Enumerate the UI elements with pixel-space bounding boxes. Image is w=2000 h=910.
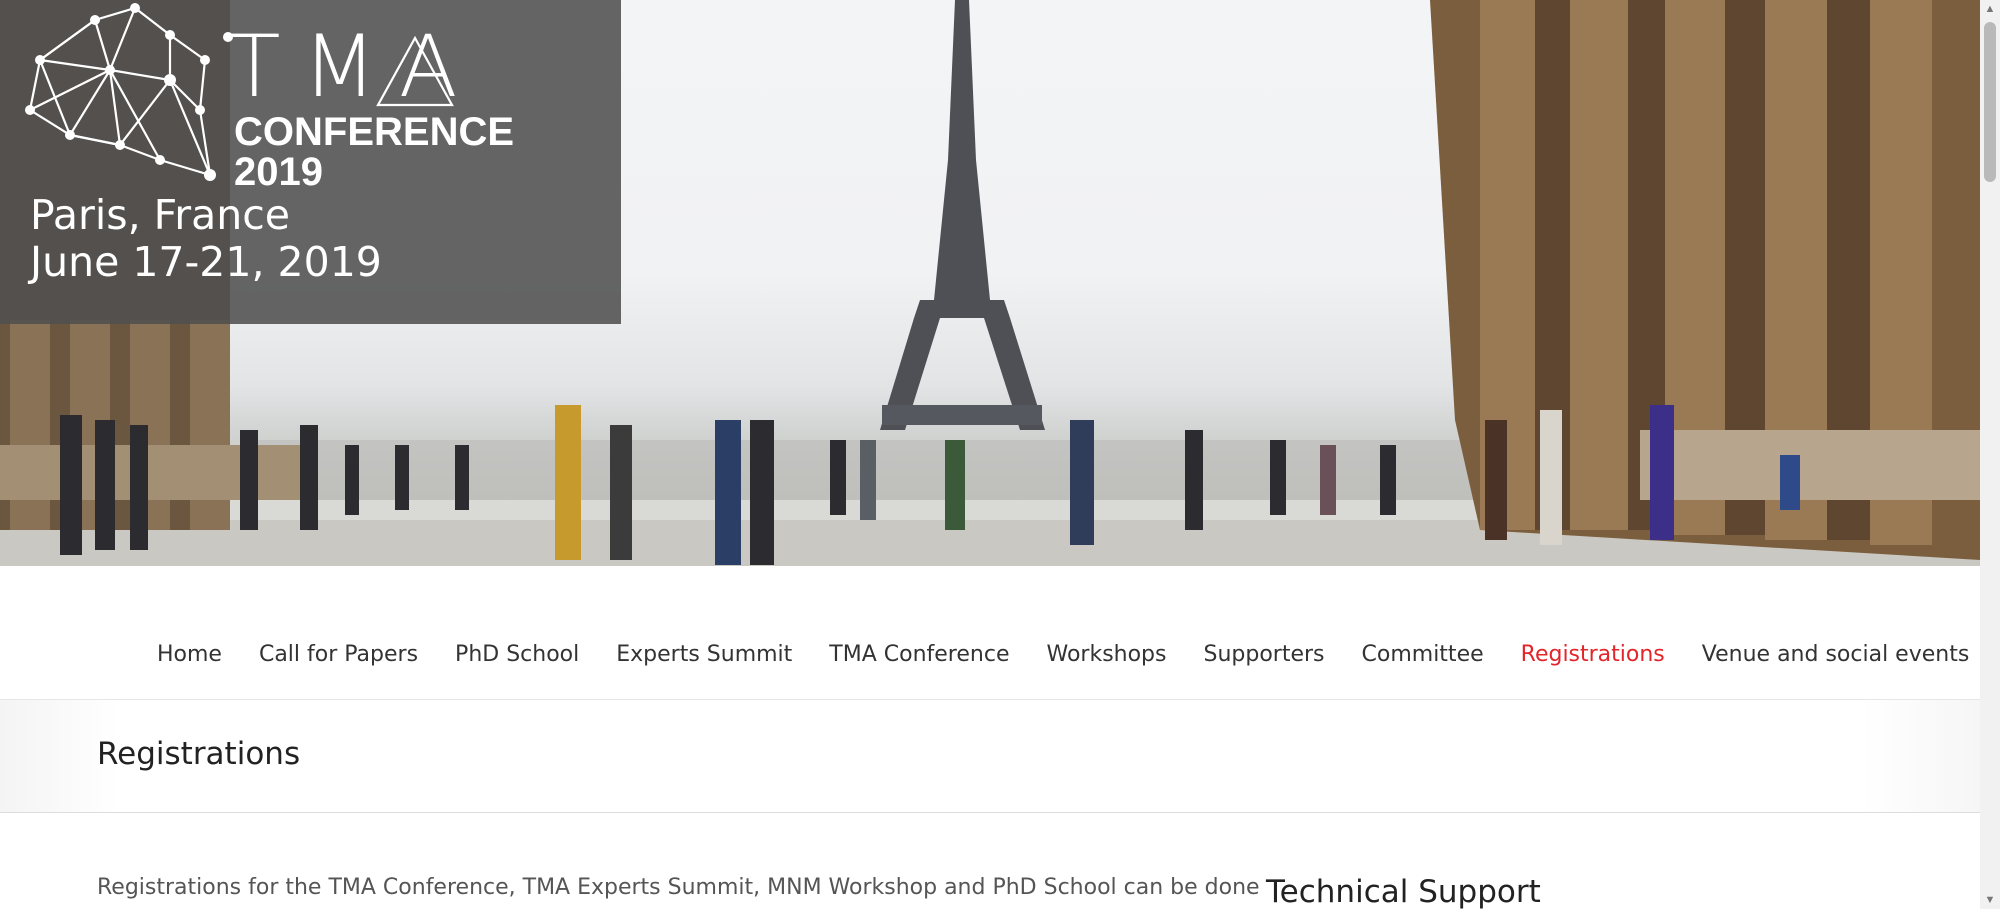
page-title-band: Registrations: [0, 700, 1980, 813]
event-location: Paris, France: [30, 191, 291, 239]
conference-logo-overlay: TMA CONFERENCE 2019 Paris, France June 1…: [0, 0, 621, 324]
nav-item-committee[interactable]: Committee: [1362, 642, 1484, 667]
nav-item-supporters[interactable]: Supporters: [1204, 642, 1325, 667]
logo-year-text: 2019: [234, 150, 323, 194]
main-navigation: Home Call for Papers PhD School Experts …: [0, 566, 1980, 700]
event-dates: June 17-21, 2019: [30, 238, 382, 286]
scroll-up-arrow-icon[interactable]: ▲: [1980, 0, 2000, 18]
nav-item-registrations[interactable]: Registrations: [1521, 642, 1665, 667]
nav-item-call-for-papers[interactable]: Call for Papers: [259, 642, 418, 667]
nav-item-tma-conference[interactable]: TMA Conference: [829, 642, 1009, 667]
vertical-scrollbar[interactable]: ▲ ▼: [1980, 0, 2000, 909]
nav-item-workshops[interactable]: Workshops: [1046, 642, 1166, 667]
nav-item-phd-school[interactable]: PhD School: [455, 642, 579, 667]
nav-item-venue-and-social-events[interactable]: Venue and social events: [1702, 642, 1970, 667]
registration-intro-text: Registrations for the TMA Conference, TM…: [97, 875, 1260, 900]
technical-support-heading: Technical Support: [1266, 874, 1541, 910]
page-title: Registrations: [97, 736, 301, 772]
hero-banner: TMA CONFERENCE 2019 Paris, France June 1…: [0, 0, 1980, 566]
scroll-down-arrow-icon[interactable]: ▼: [1980, 891, 2000, 909]
nav-item-home[interactable]: Home: [157, 642, 222, 667]
nav-item-experts-summit[interactable]: Experts Summit: [616, 642, 792, 667]
logo-conference-text: CONFERENCE: [234, 110, 515, 154]
nav-menu: Home Call for Papers PhD School Experts …: [157, 642, 2000, 667]
scrollbar-thumb[interactable]: [1984, 22, 1996, 182]
logo-tma-text: TMA: [228, 17, 480, 117]
